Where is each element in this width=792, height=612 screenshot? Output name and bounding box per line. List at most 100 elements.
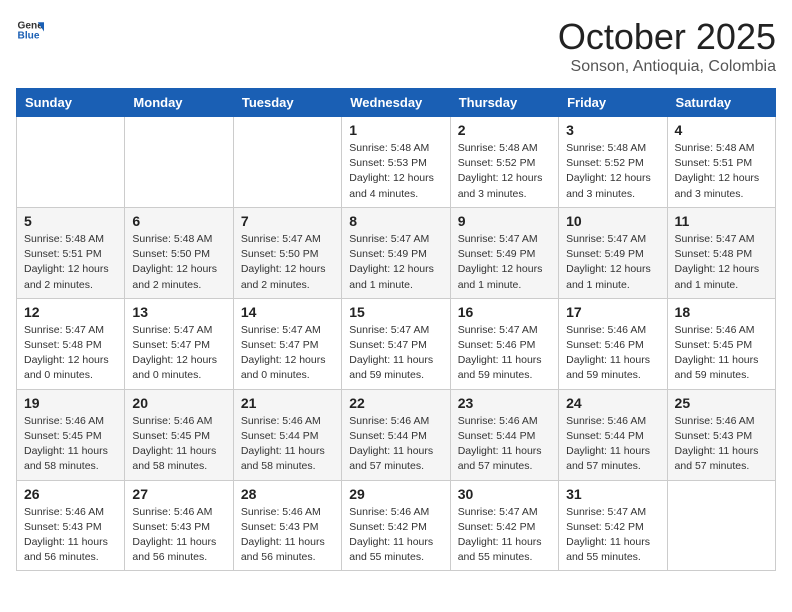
day-cell: 11Sunrise: 5:47 AMSunset: 5:48 PMDayligh… [667,207,775,298]
day-number: 28 [241,486,334,502]
day-info: Sunrise: 5:48 AMSunset: 5:51 PMDaylight:… [24,232,117,293]
day-cell: 18 Sunrise: 5:46 AMSunset: 5:45 PMDayligh… [667,298,775,389]
day-number: 18 [675,304,768,320]
month-title: October 2025 [558,16,776,58]
day-cell: 23 Sunrise: 5:46 AMSunset: 5:44 PMDayligh… [450,389,558,480]
col-header-monday: Monday [125,89,233,117]
day-number: 8 [349,213,442,229]
day-cell: 26 Sunrise: 5:46 AMSunset: 5:43 PMDayligh… [17,480,125,571]
day-number: 15 [349,304,442,320]
day-info: Sunrise: 5:47 AMSunset: 5:42 PMDaylight:… [458,505,551,566]
day-number: 2 [458,122,551,138]
day-number: 13 [132,304,225,320]
day-cell: 31 Sunrise: 5:47 AMSunset: 5:42 PMDayligh… [559,480,667,571]
week-row-2: 5 Sunrise: 5:48 AMSunset: 5:51 PMDaylight… [17,207,776,298]
day-cell: 20Sunrise: 5:46 AMSunset: 5:45 PMDayligh… [125,389,233,480]
day-cell: 7Sunrise: 5:47 AMSunset: 5:50 PMDaylight… [233,207,341,298]
day-info: Sunrise: 5:46 AMSunset: 5:45 PMDaylight:… [24,414,117,475]
day-cell: 13Sunrise: 5:47 AMSunset: 5:47 PMDayligh… [125,298,233,389]
day-info: Sunrise: 5:47 AMSunset: 5:46 PMDaylight:… [458,323,551,384]
day-info: Sunrise: 5:48 AMSunset: 5:53 PMDaylight:… [349,141,442,202]
day-info: Sunrise: 5:46 AMSunset: 5:44 PMDaylight:… [241,414,334,475]
day-cell: 24 Sunrise: 5:46 AMSunset: 5:44 PMDayligh… [559,389,667,480]
day-info: Sunrise: 5:46 AMSunset: 5:44 PMDaylight:… [349,414,442,475]
day-cell: 6Sunrise: 5:48 AMSunset: 5:50 PMDaylight… [125,207,233,298]
week-row-5: 26 Sunrise: 5:46 AMSunset: 5:43 PMDayligh… [17,480,776,571]
day-cell: 30Sunrise: 5:47 AMSunset: 5:42 PMDayligh… [450,480,558,571]
day-number: 17 [566,304,659,320]
day-number: 12 [24,304,117,320]
day-cell: 19 Sunrise: 5:46 AMSunset: 5:45 PMDayligh… [17,389,125,480]
day-number: 6 [132,213,225,229]
day-number: 21 [241,395,334,411]
day-info: Sunrise: 5:47 AMSunset: 5:42 PMDaylight:… [566,505,659,566]
day-info: Sunrise: 5:48 AMSunset: 5:52 PMDaylight:… [566,141,659,202]
day-cell: 10 Sunrise: 5:47 AMSunset: 5:49 PMDayligh… [559,207,667,298]
day-cell: 28 Sunrise: 5:46 AMSunset: 5:43 PMDayligh… [233,480,341,571]
day-number: 5 [24,213,117,229]
col-header-saturday: Saturday [667,89,775,117]
day-info: Sunrise: 5:46 AMSunset: 5:43 PMDaylight:… [24,505,117,566]
day-number: 10 [566,213,659,229]
day-info: Sunrise: 5:47 AMSunset: 5:49 PMDaylight:… [349,232,442,293]
day-number: 26 [24,486,117,502]
day-number: 4 [675,122,768,138]
logo: General Blue [16,16,44,44]
day-cell [125,117,233,208]
col-header-friday: Friday [559,89,667,117]
day-info: Sunrise: 5:47 AMSunset: 5:49 PMDaylight:… [458,232,551,293]
day-cell: 15 Sunrise: 5:47 AMSunset: 5:47 PMDayligh… [342,298,450,389]
day-cell: 17 Sunrise: 5:46 AMSunset: 5:46 PMDayligh… [559,298,667,389]
location: Sonson, Antioquia, Colombia [558,58,776,76]
day-info: Sunrise: 5:47 AMSunset: 5:47 PMDaylight:… [241,323,334,384]
day-info: Sunrise: 5:46 AMSunset: 5:44 PMDaylight:… [566,414,659,475]
day-cell: 9 Sunrise: 5:47 AMSunset: 5:49 PMDaylight… [450,207,558,298]
page-header: General Blue October 2025 Sonson, Antioq… [16,16,776,76]
day-cell: 22 Sunrise: 5:46 AMSunset: 5:44 PMDayligh… [342,389,450,480]
day-cell: 21 Sunrise: 5:46 AMSunset: 5:44 PMDayligh… [233,389,341,480]
day-number: 27 [132,486,225,502]
day-cell [667,480,775,571]
day-number: 14 [241,304,334,320]
day-cell: 25Sunrise: 5:46 AMSunset: 5:43 PMDayligh… [667,389,775,480]
day-number: 9 [458,213,551,229]
calendar-table: SundayMondayTuesdayWednesdayThursdayFrid… [16,88,776,571]
col-header-tuesday: Tuesday [233,89,341,117]
day-number: 19 [24,395,117,411]
day-info: Sunrise: 5:47 AMSunset: 5:47 PMDaylight:… [349,323,442,384]
day-cell: 8 Sunrise: 5:47 AMSunset: 5:49 PMDaylight… [342,207,450,298]
day-number: 23 [458,395,551,411]
day-info: Sunrise: 5:47 AMSunset: 5:48 PMDaylight:… [675,232,768,293]
logo-icon: General Blue [16,16,44,44]
day-info: Sunrise: 5:47 AMSunset: 5:50 PMDaylight:… [241,232,334,293]
day-number: 3 [566,122,659,138]
day-number: 1 [349,122,442,138]
day-info: Sunrise: 5:46 AMSunset: 5:46 PMDaylight:… [566,323,659,384]
day-info: Sunrise: 5:46 AMSunset: 5:43 PMDaylight:… [241,505,334,566]
title-block: October 2025 Sonson, Antioquia, Colombia [558,16,776,76]
day-info: Sunrise: 5:46 AMSunset: 5:45 PMDaylight:… [675,323,768,384]
week-row-1: 1 Sunrise: 5:48 AMSunset: 5:53 PMDaylight… [17,117,776,208]
header-row: SundayMondayTuesdayWednesdayThursdayFrid… [17,89,776,117]
day-cell: 27 Sunrise: 5:46 AMSunset: 5:43 PMDayligh… [125,480,233,571]
day-info: Sunrise: 5:48 AMSunset: 5:51 PMDaylight:… [675,141,768,202]
day-cell [17,117,125,208]
day-cell [233,117,341,208]
day-info: Sunrise: 5:46 AMSunset: 5:43 PMDaylight:… [132,505,225,566]
day-number: 22 [349,395,442,411]
day-cell: 16 Sunrise: 5:47 AMSunset: 5:46 PMDayligh… [450,298,558,389]
day-number: 16 [458,304,551,320]
svg-text:Blue: Blue [18,31,40,42]
day-cell: 2Sunrise: 5:48 AMSunset: 5:52 PMDaylight… [450,117,558,208]
day-info: Sunrise: 5:47 AMSunset: 5:48 PMDaylight:… [24,323,117,384]
col-header-sunday: Sunday [17,89,125,117]
day-cell: 12 Sunrise: 5:47 AMSunset: 5:48 PMDayligh… [17,298,125,389]
day-number: 31 [566,486,659,502]
day-info: Sunrise: 5:47 AMSunset: 5:49 PMDaylight:… [566,232,659,293]
day-number: 25 [675,395,768,411]
day-info: Sunrise: 5:46 AMSunset: 5:44 PMDaylight:… [458,414,551,475]
day-number: 24 [566,395,659,411]
col-header-thursday: Thursday [450,89,558,117]
day-cell: 14 Sunrise: 5:47 AMSunset: 5:47 PMDayligh… [233,298,341,389]
day-cell: 4 Sunrise: 5:48 AMSunset: 5:51 PMDaylight… [667,117,775,208]
